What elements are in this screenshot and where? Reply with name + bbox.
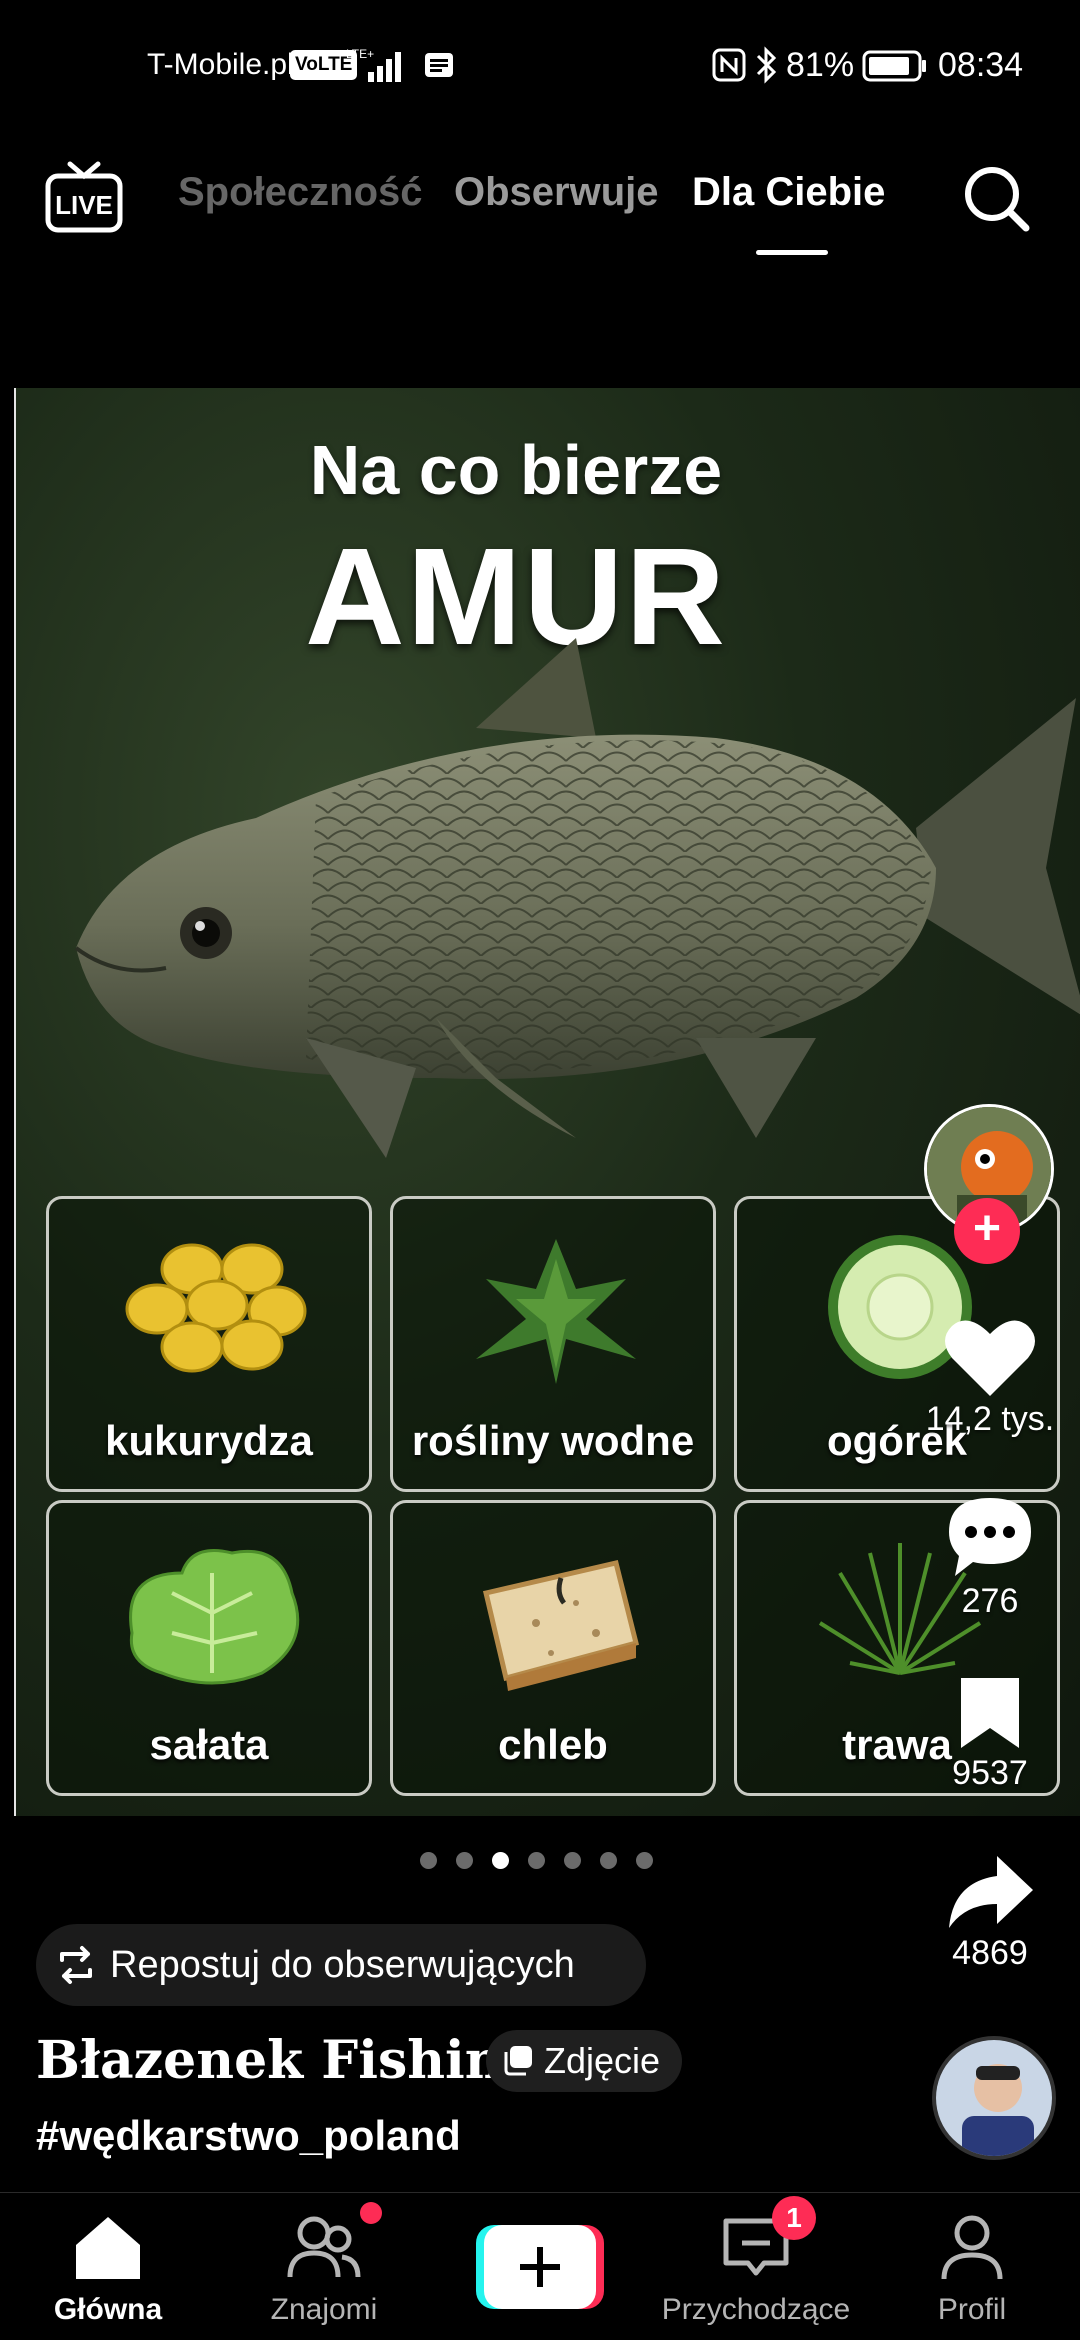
top-navigation: LIVE Społeczność Obserwuje Dla Ciebie	[0, 140, 1080, 270]
carousel-dot	[636, 1852, 653, 1869]
network-type: LTE+	[346, 47, 374, 61]
comment-icon	[949, 1498, 1031, 1576]
nav-home[interactable]: Główna	[0, 2193, 216, 2340]
save-button[interactable]: 9537	[920, 1674, 1060, 1793]
repost-button[interactable]: Repostuj do obserwujących	[36, 1924, 646, 2006]
carousel-dot	[456, 1852, 473, 1869]
photo-badge: Zdjęcie	[486, 2030, 683, 2092]
follow-button[interactable]: +	[954, 1198, 1020, 1264]
nav-profile[interactable]: Profil	[864, 2193, 1080, 2340]
bottom-navigation: Główna Znajomi Przychodzące Profil	[0, 2192, 1080, 2340]
share-button[interactable]: 4869	[920, 1852, 1060, 1973]
nav-friends-label: Znajomi	[270, 2293, 378, 2326]
nav-friends[interactable]: Znajomi	[216, 2193, 432, 2340]
lettuce-icon	[129, 1549, 300, 1685]
tab-for-you[interactable]: Dla Ciebie	[692, 170, 885, 215]
nfc-icon	[712, 48, 746, 82]
corn-icon	[125, 1243, 307, 1373]
carousel-dot	[420, 1852, 437, 1869]
carousel-dot	[492, 1852, 509, 1869]
bait-label: rośliny wodne	[411, 1417, 695, 1464]
image-subtitle: Na co bierze	[309, 431, 723, 509]
live-icon[interactable]: LIVE	[44, 160, 124, 236]
save-count: 9537	[952, 1754, 1028, 1792]
music-disc-image	[936, 2040, 1052, 2156]
search-icon[interactable]	[962, 164, 1032, 234]
battery-icon	[862, 50, 926, 82]
bait-label: chleb	[498, 1721, 608, 1768]
photo-icon	[504, 2046, 532, 2076]
comment-count: 276	[961, 1582, 1019, 1620]
bait-label: sałata	[149, 1721, 269, 1768]
bait-label: kukurydza	[105, 1417, 313, 1464]
create-button[interactable]	[476, 2225, 604, 2309]
svg-text:LIVE: LIVE	[55, 190, 113, 220]
repost-label: Repostuj do obserwujących	[110, 1944, 575, 1986]
bookmark-icon	[961, 1678, 1019, 1748]
music-disc[interactable]	[932, 2036, 1056, 2160]
bait-card-corn: kukurydza	[46, 1196, 372, 1492]
friends-icon	[287, 2216, 361, 2278]
repost-icon	[60, 1946, 92, 1984]
friends-notification-dot	[360, 2202, 382, 2224]
nav-profile-label: Profil	[937, 2293, 1007, 2326]
nav-inbox[interactable]: Przychodzące	[648, 2193, 864, 2340]
heart-icon	[945, 1320, 1035, 1396]
bread-icon	[482, 1560, 640, 1691]
author-username[interactable]: Błazenek Fishing	[36, 2030, 539, 2091]
photo-badge-label: Zdjęcie	[544, 2040, 661, 2081]
tab-community[interactable]: Społeczność	[178, 170, 423, 215]
inbox-badge: 1	[772, 2196, 816, 2240]
bluetooth-icon	[756, 46, 777, 84]
carrier-name: T-Mobile.pl	[147, 48, 294, 81]
hashtag[interactable]: #wędkarstwo_poland	[36, 2112, 461, 2160]
carousel-dot	[564, 1852, 581, 1869]
like-button[interactable]: 14,2 tys.	[920, 1316, 1060, 1439]
share-count: 4869	[952, 1934, 1028, 1972]
active-tab-indicator	[756, 250, 828, 255]
signal-icon: LTE+	[346, 47, 401, 82]
tab-following[interactable]: Obserwuje	[454, 170, 659, 215]
share-arrow-icon	[949, 1856, 1033, 1928]
battery-percent: 81%	[786, 46, 855, 84]
carousel-dot	[528, 1852, 545, 1869]
status-bar: T-Mobile.pl VoLTE LTE+ 81% 08:34	[0, 0, 1080, 120]
comment-button[interactable]: 276	[920, 1494, 1060, 1621]
bait-card-lettuce: sałata	[46, 1500, 372, 1796]
carousel-dot	[600, 1852, 617, 1869]
nav-home-label: Główna	[53, 2293, 163, 2326]
clock: 08:34	[938, 46, 1024, 84]
carousel-indicator	[420, 1852, 672, 1872]
like-count: 14,2 tys.	[925, 1400, 1055, 1438]
bait-card-water-plants: rośliny wodne	[390, 1196, 716, 1492]
water-plants-icon	[476, 1239, 636, 1384]
profile-icon	[941, 2215, 1003, 2280]
home-icon	[76, 2217, 140, 2279]
message-notification-icon	[425, 53, 453, 77]
bait-card-bread: chleb	[390, 1500, 716, 1796]
nav-inbox-label: Przychodzące	[661, 2293, 851, 2326]
